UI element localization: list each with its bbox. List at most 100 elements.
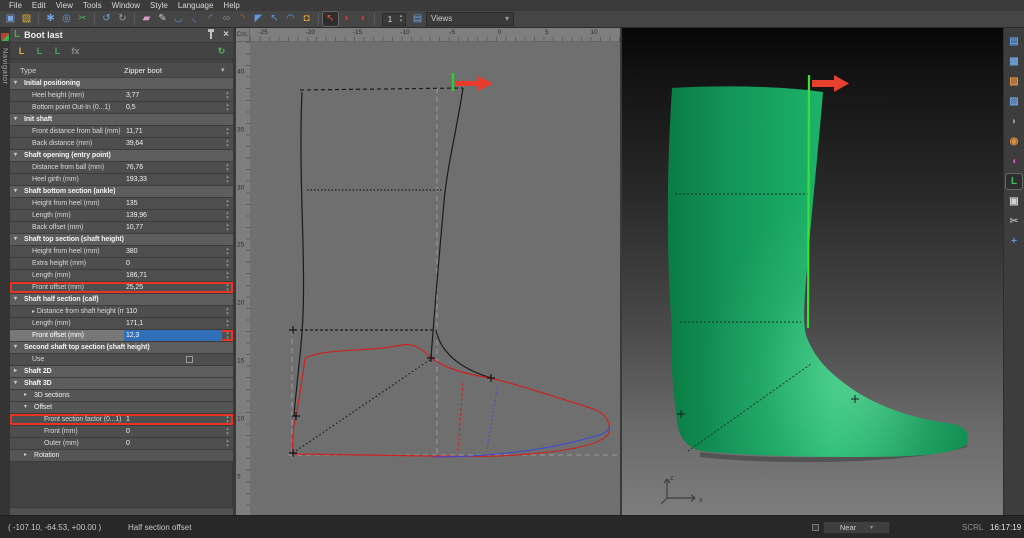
spinner-arrows-icon[interactable]: ▴▾ (222, 246, 233, 257)
param-distance-from-ball-mm[interactable]: Distance from ball (mm)76,76▴▾ (10, 162, 233, 174)
section-rotation[interactable]: ▸Rotation (10, 450, 233, 462)
param-back-distance-mm[interactable]: Back distance (mm)39,64▴▾ (10, 138, 233, 150)
redo-icon[interactable]: ↻ (115, 12, 130, 26)
param-value[interactable] (124, 354, 222, 365)
param-length-mm[interactable]: Length (mm)139,96▴▾ (10, 210, 233, 222)
param-front-distance-from-ball-mm[interactable]: Front distance from ball (mm)11,71▴▾ (10, 126, 233, 138)
param-value[interactable]: 0,5 (124, 102, 222, 113)
folder-lock-icon[interactable]: ▨ (1006, 94, 1022, 109)
param-value[interactable]: 39,64 (124, 138, 222, 149)
window-blue-icon[interactable]: ▤ (1006, 34, 1022, 49)
param-height-from-heel-mm[interactable]: Height from heel (mm)380▴▾ (10, 246, 233, 258)
use-checkbox[interactable] (186, 356, 193, 363)
brush-icon[interactable]: ✎ (155, 12, 170, 26)
param-heel-girth-mm[interactable]: Heel girth (mm)193,33▴▾ (10, 174, 233, 186)
spinner-arrows-icon[interactable]: ▴▾ (222, 90, 233, 101)
menu-tools[interactable]: Tools (78, 0, 107, 11)
spinner-arrows-icon[interactable]: ▴▾ (222, 330, 233, 341)
section-shaft-3d[interactable]: ▾Shaft 3D (10, 378, 233, 390)
boot-export-icon[interactable]: L (14, 44, 29, 58)
param-length-mm[interactable]: Length (mm)186,71▴▾ (10, 270, 233, 282)
grid-icon[interactable]: ▦ (1006, 54, 1022, 69)
param-value[interactable]: 3,77 (124, 90, 222, 101)
curve-edit-icon[interactable]: ◜ (203, 12, 218, 26)
spinner-arrows-icon[interactable]: ▴▾ (222, 426, 233, 437)
section-shaft-top-section-shaft-height[interactable]: ▾Shaft top section (shaft height) (10, 234, 233, 246)
param-value[interactable]: 76,76 (124, 162, 222, 173)
menu-file[interactable]: File (4, 0, 27, 11)
fx-icon[interactable]: fx (68, 44, 83, 58)
chevron-down-icon[interactable]: ▾ (14, 342, 17, 353)
param-use[interactable]: Use (10, 354, 233, 366)
spinner-arrows-icon[interactable]: ▴▾ (222, 198, 233, 209)
menu-help[interactable]: Help (218, 0, 244, 11)
param-distance-from-shaft-height-mm[interactable]: ▸Distance from shaft height (mm)110▴▾ (10, 306, 233, 318)
section-init-shaft[interactable]: ▾Init shaft (10, 114, 233, 126)
spinner-arrows-icon[interactable]: ▴▾ (222, 162, 233, 173)
active-measure-icon[interactable]: ↖ (323, 12, 338, 26)
chevron-down-icon[interactable]: ▾ (14, 186, 17, 197)
param-value[interactable]: 12,3 (124, 330, 222, 341)
node-select-icon[interactable]: ◤ (251, 12, 266, 26)
near-dropdown[interactable]: Near ▾ (823, 521, 890, 534)
param-value[interactable]: 0 (124, 438, 222, 449)
spinner-arrows-icon[interactable]: ▴▾ (222, 222, 233, 233)
shoe-pink-icon[interactable]: ◖ (1006, 154, 1022, 169)
param-length-mm[interactable]: Length (mm)171,1▴▾ (10, 318, 233, 330)
menu-view[interactable]: View (51, 0, 78, 11)
param-value[interactable]: 186,71 (124, 270, 222, 281)
spinner-arrows-icon[interactable]: ▴▾ (222, 174, 233, 185)
section-offset[interactable]: ▾Offset (10, 402, 233, 414)
param-value[interactable]: 380 (124, 246, 222, 257)
pan-icon[interactable]: ✱ (43, 12, 58, 26)
section-shaft-2d[interactable]: ▸Shaft 2D (10, 366, 233, 378)
section-second-shaft-top-section-shaft-height[interactable]: ▾Second shaft top section (shaft height) (10, 342, 233, 354)
chevron-right-icon[interactable]: ▸ (24, 450, 27, 461)
chevron-down-icon[interactable]: ▾ (14, 114, 17, 125)
menu-edit[interactable]: Edit (27, 0, 51, 11)
param-outer-mm[interactable]: Outer (mm)0▴▾ (10, 438, 233, 450)
close-icon[interactable]: × (223, 30, 229, 40)
pin-icon[interactable] (210, 32, 212, 39)
copies-spinner[interactable]: 1 ▴▾ (382, 13, 406, 26)
boot-last-icon[interactable]: L (1006, 174, 1022, 189)
link-icon[interactable]: ∞ (219, 12, 234, 26)
section-frame-icon[interactable]: ▣ (1006, 194, 1022, 209)
param-value[interactable]: 0 (124, 426, 222, 437)
spinner-arrows-icon[interactable]: ▴▾ (222, 102, 233, 113)
chevron-down-icon[interactable]: ▾ (14, 78, 17, 89)
corner-curve-icon[interactable]: ◟ (187, 12, 202, 26)
param-value[interactable]: 139,96 (124, 210, 222, 221)
param-value[interactable]: 110 (124, 306, 222, 317)
chevron-right-icon[interactable]: ▸ (14, 366, 17, 377)
zoom-icon[interactable]: ◎ (59, 12, 74, 26)
spinner-arrows-icon[interactable]: ▴▾ (397, 14, 405, 24)
cut-icon[interactable]: ✂ (75, 12, 90, 26)
param-bottom-point-out-in-0-1[interactable]: Bottom point Out-In (0...1)0,5▴▾ (10, 102, 233, 114)
menu-style[interactable]: Style (145, 0, 173, 11)
chevron-down-icon[interactable]: ▾ (14, 234, 17, 245)
open-icon[interactable]: ▨ (19, 12, 34, 26)
chevron-down-icon[interactable]: ▾ (24, 402, 27, 413)
section-initial-positioning[interactable]: ▾Initial positioning (10, 78, 233, 90)
param-heel-height-mm[interactable]: Heel height (mm)3,77▴▾ (10, 90, 233, 102)
boot-save-icon[interactable]: L (32, 44, 47, 58)
last-red-icon[interactable]: ◖ (355, 12, 370, 26)
panel-orange-icon[interactable]: ▧ (1006, 74, 1022, 89)
views-dropdown[interactable]: Views ▾ (426, 12, 514, 26)
section-shaft-bottom-section-ankle[interactable]: ▾Shaft bottom section (ankle) (10, 186, 233, 198)
save-icon[interactable]: ▣ (3, 12, 18, 26)
material-sphere-icon[interactable]: ◉ (1006, 134, 1022, 149)
views-icon[interactable]: ▤ (410, 12, 425, 26)
section-shaft-half-section-calf[interactable]: ▾Shaft half section (calf) (10, 294, 233, 306)
move-cross-icon[interactable]: + (1006, 234, 1022, 249)
param-front-mm[interactable]: Front (mm)0▴▾ (10, 426, 233, 438)
spinner-arrows-icon[interactable]: ▴▾ (222, 306, 233, 317)
spinner-arrows-icon[interactable]: ▴▾ (222, 318, 233, 329)
boot-load-icon[interactable]: L (50, 44, 65, 58)
spinner-arrows-icon[interactable]: ▴▾ (222, 210, 233, 221)
eraser-icon[interactable]: ▰ (139, 12, 154, 26)
chevron-down-icon[interactable]: ▾ (14, 294, 17, 305)
spinner-arrows-icon[interactable]: ▴▾ (222, 138, 233, 149)
param-extra-height-mm[interactable]: Extra height (mm)0▴▾ (10, 258, 233, 270)
